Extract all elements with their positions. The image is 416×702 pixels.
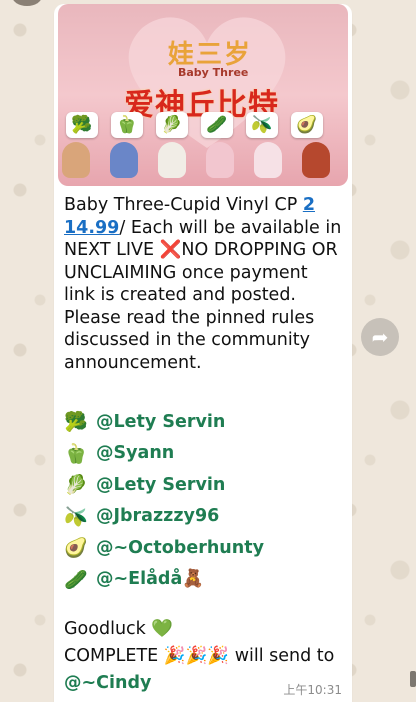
cucumber-icon: 🥒 [64, 568, 88, 591]
olive-icon: 🫒 [246, 112, 278, 138]
broccoli-icon: 🥦 [66, 112, 98, 138]
avocado-icon: 🥑 [64, 537, 88, 560]
message-text: Baby Three-Cupid Vinyl CP 2 14.99/ Each … [64, 195, 342, 373]
green-heart-icon: 💚 [151, 619, 174, 639]
mention-link[interactable]: @Jbrazzzy96 [96, 506, 219, 526]
figure-icon [254, 142, 282, 178]
avocado-icon: 🥑 [291, 112, 323, 138]
figure-icon [158, 142, 186, 178]
figure-icon [110, 142, 138, 178]
broccoli-icon: 🥦 [64, 411, 88, 434]
party-popper-icon: 🎉🎉🎉 [163, 646, 230, 666]
leafy-green-icon: 🥬 [156, 112, 188, 138]
forward-button[interactable]: ➦ [361, 318, 399, 356]
mention-link[interactable]: @~Cindy [64, 673, 151, 693]
cucumber-icon: 🥒 [201, 112, 233, 138]
bell-pepper-icon: 🫑 [64, 442, 88, 465]
mention-link[interactable]: @Lety Servin [96, 412, 225, 432]
bell-pepper-icon: 🫑 [111, 112, 143, 138]
mention-item: 🥑 @~Octoberhunty [64, 532, 264, 564]
cross-mark-icon: ❌ [159, 240, 182, 260]
message-timestamp: 上午10:31 [283, 683, 342, 697]
image-title-en: Baby Three [178, 66, 249, 79]
mention-item: 🥦 @Lety Servin [64, 406, 264, 438]
mention-link[interactable]: @Syann [96, 443, 174, 463]
mention-list: 🥦 @Lety Servin 🫑 @Syann 🥬 @Lety Servin 🫒… [64, 406, 264, 595]
mention-item: 🫒 @Jbrazzzy96 [64, 501, 264, 533]
mention-link[interactable]: @~Octoberhunty [96, 538, 264, 558]
figure-row [62, 142, 330, 178]
leafy-green-icon: 🥬 [64, 474, 88, 497]
olive-icon: 🫒 [64, 505, 88, 528]
mention-item: 🥬 @Lety Servin [64, 469, 264, 501]
figure-icon [206, 142, 234, 178]
mention-item: 🥒 @~Elådå🧸 [64, 564, 264, 596]
product-image[interactable]: 娃三岁 Baby Three 爱神丘比特 🥦 🫑 🥬 🥒 🫒 🥑 [58, 4, 348, 186]
goodluck-line: Goodluck 💚 [64, 619, 174, 639]
figure-icon [62, 142, 90, 178]
scroll-handle[interactable] [410, 671, 416, 687]
message-bubble[interactable]: 娃三岁 Baby Three 爱神丘比特 🥦 🫑 🥬 🥒 🫒 🥑 Baby Th… [54, 4, 352, 702]
mention-item: 🫑 @Syann [64, 438, 264, 470]
figure-icon [302, 142, 330, 178]
mention-link[interactable]: @Lety Servin [96, 475, 225, 495]
mention-link[interactable]: @~Elådå🧸 [96, 569, 204, 589]
forward-arrow-icon: ➦ [371, 325, 389, 349]
image-emoji-row: 🥦 🫑 🥬 🥒 🫒 🥑 [66, 112, 323, 138]
